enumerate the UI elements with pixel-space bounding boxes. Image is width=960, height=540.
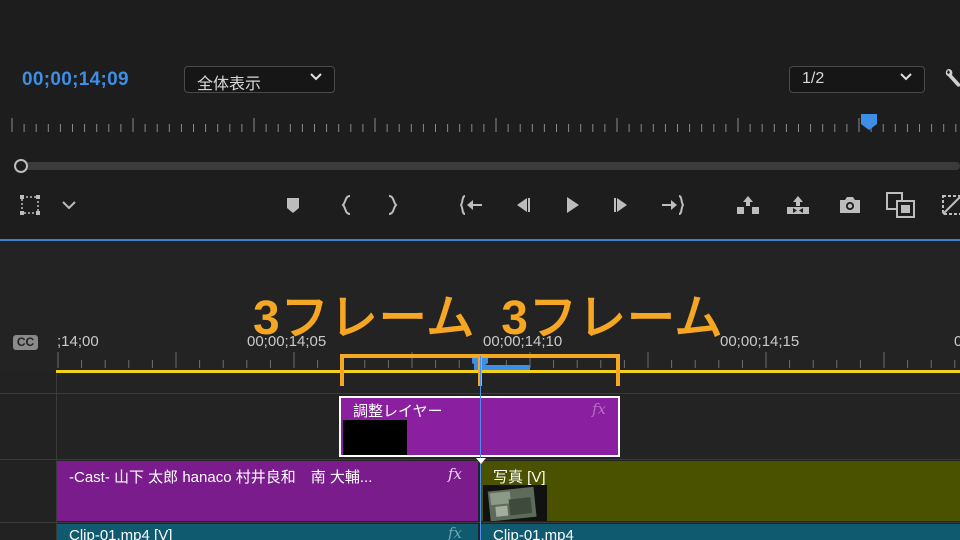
step-back-icon[interactable] bbox=[510, 193, 534, 217]
clip-name: 調整レイヤー bbox=[353, 403, 443, 420]
clip-name: Clip-01.mp4 bbox=[493, 527, 574, 540]
monitor-zoom-scrollbar[interactable] bbox=[14, 159, 960, 173]
wrench-icon[interactable] bbox=[944, 67, 960, 89]
mark-in-icon[interactable] bbox=[335, 193, 359, 217]
ruler-label: ;14;00 bbox=[57, 333, 99, 350]
playhead-edit-point bbox=[476, 458, 486, 464]
clip-photo[interactable]: 写真 [V] bbox=[481, 461, 960, 521]
playhead-timecode[interactable]: 00;00;14;09 bbox=[22, 69, 129, 91]
zoom-level-value: 全体表示 bbox=[197, 76, 262, 93]
clip-thumbnail bbox=[483, 485, 547, 521]
ruler-label: 00;00;14;15 bbox=[720, 333, 800, 350]
clip-name: Clip-01.mp4 [V] bbox=[69, 527, 173, 540]
fx-badge: fx bbox=[591, 400, 606, 418]
export-frame-icon[interactable] bbox=[838, 193, 862, 217]
zoom-level-select[interactable]: 全体表示 bbox=[184, 66, 335, 93]
clip-cast-title[interactable]: -Cast- 山下 太郎 hanaco 村井良和 南 大輔... fx bbox=[57, 461, 478, 521]
clip-video-right[interactable]: Clip-01.mp4 bbox=[481, 524, 960, 540]
step-forward-icon[interactable] bbox=[610, 193, 634, 217]
monitor-playhead bbox=[861, 114, 877, 130]
captions-toggle[interactable]: CC bbox=[13, 335, 38, 350]
playback-resolution-select[interactable]: 1/2 bbox=[789, 66, 925, 93]
clip-thumbnail bbox=[343, 420, 407, 455]
chevron-down-icon bbox=[900, 73, 912, 81]
safe-margins-icon[interactable] bbox=[18, 193, 42, 217]
fx-badge: fx bbox=[447, 465, 462, 483]
toggle-proxies-icon[interactable] bbox=[940, 193, 960, 217]
go-to-out-icon[interactable] bbox=[660, 193, 684, 217]
mark-out-icon[interactable] bbox=[380, 193, 404, 217]
ruler-label: 00;00;14;05 bbox=[247, 333, 327, 350]
ruler-label: 00;00;14;10 bbox=[483, 333, 563, 350]
annotation-bracket bbox=[340, 354, 620, 386]
fx-badge: fx bbox=[447, 524, 462, 540]
track-headers bbox=[0, 374, 56, 540]
ruler-label: 0 bbox=[954, 333, 960, 350]
clip-video-left[interactable]: Clip-01.mp4 [V] fx bbox=[57, 524, 478, 540]
extract-icon[interactable] bbox=[786, 193, 810, 217]
lift-icon[interactable] bbox=[736, 193, 760, 217]
chevron-down-icon bbox=[310, 73, 322, 81]
go-to-in-icon[interactable] bbox=[460, 193, 484, 217]
chevron-down-icon[interactable] bbox=[57, 193, 81, 217]
play-icon[interactable] bbox=[560, 193, 584, 217]
monitor-time-ruler[interactable] bbox=[0, 112, 960, 138]
playhead-line bbox=[480, 356, 481, 540]
clip-name: -Cast- 山下 太郎 hanaco 村井良和 南 大輔... bbox=[69, 469, 373, 486]
clip-name: 写真 [V] bbox=[493, 469, 546, 486]
comparison-view-icon[interactable] bbox=[886, 191, 916, 219]
playback-resolution-value: 1/2 bbox=[802, 70, 825, 87]
add-marker-icon[interactable] bbox=[281, 193, 305, 217]
